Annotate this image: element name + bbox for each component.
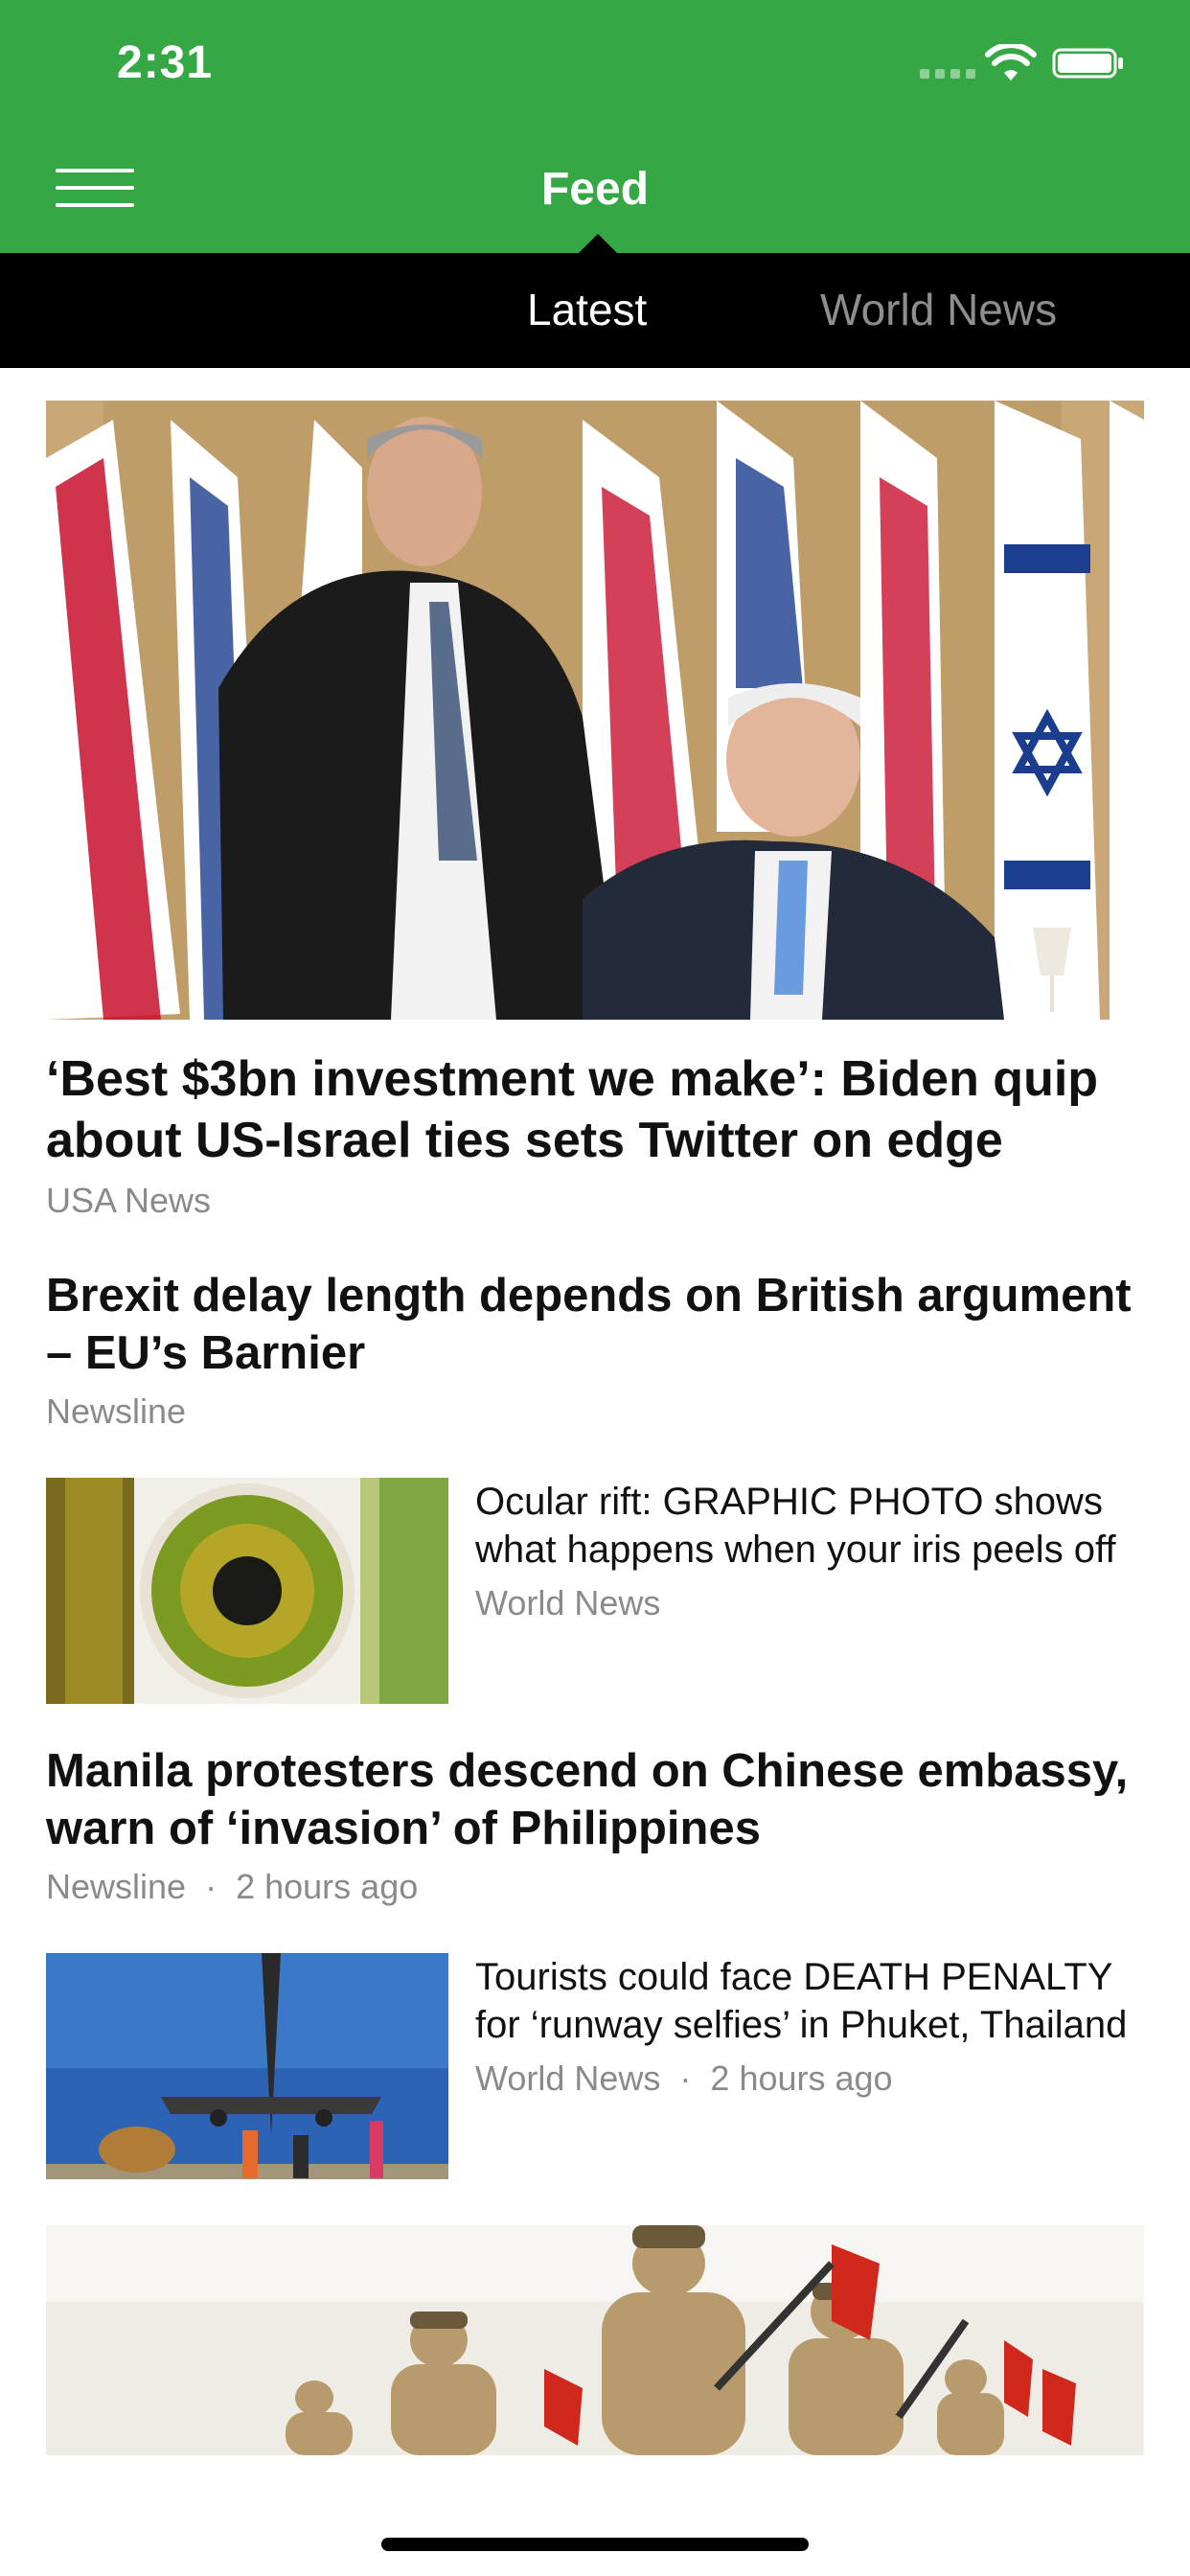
article-meta: Newsline · 2 hours ago [46, 1867, 1144, 1907]
article-title: ‘Best $3bn investment we make’: Biden qu… [46, 1051, 1099, 1168]
wifi-icon [985, 44, 1037, 80]
article-title: Manila protesters descend on Chinese emb… [46, 1745, 1129, 1854]
article-card[interactable]: Tourists could face DEATH PENALTY for ‘r… [46, 1953, 1144, 2179]
page-title: Feed [540, 164, 650, 215]
article-image[interactable] [46, 2225, 1144, 2455]
article-source: World News [475, 1583, 661, 1622]
home-indicator[interactable] [381, 2538, 809, 2551]
article-time: 2 hours ago [236, 1867, 419, 1906]
article-card[interactable] [46, 2225, 1144, 2455]
tab-indicator [579, 234, 617, 253]
article-card[interactable]: Manila protesters descend on Chinese emb… [46, 1742, 1144, 1907]
article-thumbnail[interactable] [46, 1478, 448, 1704]
tab-world-news[interactable]: World News [820, 284, 1057, 335]
meta-separator: · [205, 1867, 217, 1906]
article-title: Brexit delay length depends on British a… [46, 1270, 1132, 1379]
article-source: Newsline [46, 1392, 187, 1431]
article-meta: Newsline [46, 1392, 1144, 1432]
article-meta: World News [475, 1583, 1144, 1623]
top-bar: 2:31 Feed [0, 0, 1190, 253]
battery-icon [1052, 48, 1123, 79]
tab-bar: Latest World News [0, 253, 1190, 368]
article-source: USA News [46, 1181, 212, 1220]
article-source: Newsline [46, 1867, 187, 1906]
cellular-signal-icon [920, 69, 975, 79]
article-time: 2 hours ago [710, 2058, 893, 2098]
article-card[interactable]: ‘Best $3bn investment we make’: Biden qu… [46, 401, 1144, 1221]
article-title: Tourists could face DEATH PENALTY for ‘r… [475, 1956, 1128, 2046]
article-source: World News [475, 2058, 661, 2098]
status-time: 2:31 [117, 37, 214, 88]
article-meta: USA News [46, 1181, 1144, 1221]
article-card[interactable]: Brexit delay length depends on British a… [46, 1267, 1144, 1432]
article-thumbnail[interactable] [46, 1953, 448, 2179]
news-feed: ‘Best $3bn investment we make’: Biden qu… [46, 401, 1144, 2455]
meta-separator: · [679, 2058, 692, 2098]
article-card[interactable]: Ocular rift: GRAPHIC PHOTO shows what ha… [46, 1478, 1144, 1704]
article-title: Ocular rift: GRAPHIC PHOTO shows what ha… [475, 1481, 1116, 1571]
tab-latest[interactable]: Latest [527, 284, 647, 335]
article-image[interactable] [46, 401, 1144, 1020]
article-meta: World News · 2 hours ago [475, 2058, 1144, 2099]
